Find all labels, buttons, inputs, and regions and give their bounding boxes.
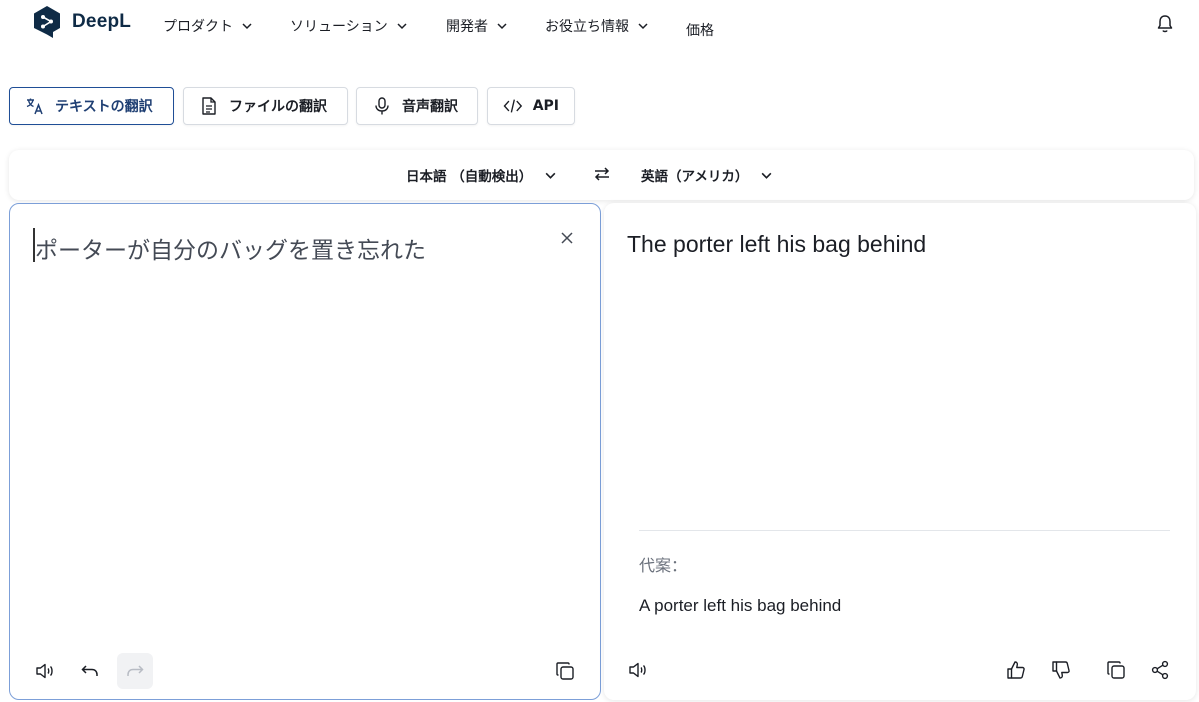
source-listen-button[interactable] — [27, 653, 63, 689]
alternative-translation[interactable]: A porter left his bag behind — [639, 596, 841, 616]
brand-name: DeepL — [72, 11, 132, 32]
alternatives-divider — [639, 530, 1170, 531]
redo-button[interactable] — [117, 653, 153, 689]
tab-text-translation[interactable]: テキストの翻訳 — [9, 87, 174, 125]
swap-icon[interactable] — [593, 164, 611, 184]
chevron-down-icon — [761, 172, 772, 179]
source-text-input[interactable]: ポーターが自分のバッグを置き忘れた — [35, 231, 426, 265]
tab-voice-translation[interactable]: 音声翻訳 — [356, 87, 478, 125]
translate-icon — [26, 98, 43, 115]
nav-products[interactable]: プロダクト — [163, 16, 253, 36]
nav-resources[interactable]: お役立ち情報 — [545, 16, 649, 36]
document-icon — [202, 97, 216, 115]
copy-icon — [556, 662, 574, 680]
nav-pricing[interactable]: 価格 — [686, 20, 714, 40]
nav-solutions-label: ソリューション — [290, 19, 388, 35]
chevron-down-icon — [638, 23, 648, 30]
tab-api-label: API — [532, 98, 559, 114]
thumbs-up-button[interactable] — [998, 652, 1034, 688]
tab-file-translation-label: ファイルの翻訳 — [229, 99, 327, 115]
source-language-label: 日本語 （自動検出） — [406, 169, 533, 185]
target-text-panel: The porter left his bag behind 代案： A por… — [604, 203, 1196, 700]
chevron-down-icon — [242, 23, 252, 30]
target-language-label: 英語（アメリカ） — [641, 169, 749, 185]
top-header: DeepL プロダクト ソリューション 開発者 お役立ち情報 価格 — [0, 0, 1199, 52]
tab-voice-translation-label: 音声翻訳 — [402, 99, 458, 115]
speaker-icon — [36, 663, 53, 679]
nav-resources-label: お役立ち情報 — [545, 19, 629, 35]
nav-pricing-label: 価格 — [686, 23, 714, 39]
tab-api[interactable]: API — [487, 87, 575, 125]
target-language-select[interactable]: 英語（アメリカ） — [641, 165, 773, 185]
source-language-select[interactable]: 日本語 （自動検出） — [406, 165, 557, 185]
redo-icon — [127, 665, 144, 676]
deepl-logo[interactable]: DeepL — [32, 5, 131, 39]
chevron-down-icon — [545, 172, 556, 179]
source-copy-button[interactable] — [547, 653, 583, 689]
target-copy-button[interactable] — [1098, 652, 1134, 688]
tab-file-translation[interactable]: ファイルの翻訳 — [183, 87, 348, 125]
close-icon[interactable] — [557, 228, 577, 248]
alternatives-label: 代案： — [639, 556, 688, 575]
undo-button[interactable] — [72, 653, 108, 689]
share-icon — [1151, 660, 1169, 680]
translation-output[interactable]: The porter left his bag behind — [627, 231, 926, 258]
bell-icon[interactable] — [1156, 14, 1174, 34]
nav-solutions[interactable]: ソリューション — [290, 16, 408, 36]
nav-developers-label: 開発者 — [446, 19, 488, 35]
code-icon — [503, 99, 523, 113]
tab-text-translation-label: テキストの翻訳 — [55, 99, 153, 115]
nav-developers[interactable]: 開発者 — [446, 16, 508, 36]
target-listen-button[interactable] — [620, 652, 656, 688]
chevron-down-icon — [497, 23, 507, 30]
thumbs-down-icon — [1052, 661, 1070, 679]
thumbs-down-button[interactable] — [1043, 652, 1079, 688]
chevron-down-icon — [397, 23, 407, 30]
source-text-panel[interactable]: ポーターが自分のバッグを置き忘れた — [9, 203, 601, 700]
thumbs-up-icon — [1007, 661, 1025, 679]
nav-products-label: プロダクト — [163, 19, 233, 35]
share-button[interactable] — [1142, 652, 1178, 688]
deepl-logo-icon — [34, 6, 60, 38]
copy-icon — [1107, 661, 1125, 679]
language-bar: 日本語 （自動検出） 英語（アメリカ） — [9, 150, 1194, 200]
undo-icon — [81, 665, 98, 676]
speaker-icon — [629, 662, 646, 678]
microphone-icon — [375, 97, 389, 115]
